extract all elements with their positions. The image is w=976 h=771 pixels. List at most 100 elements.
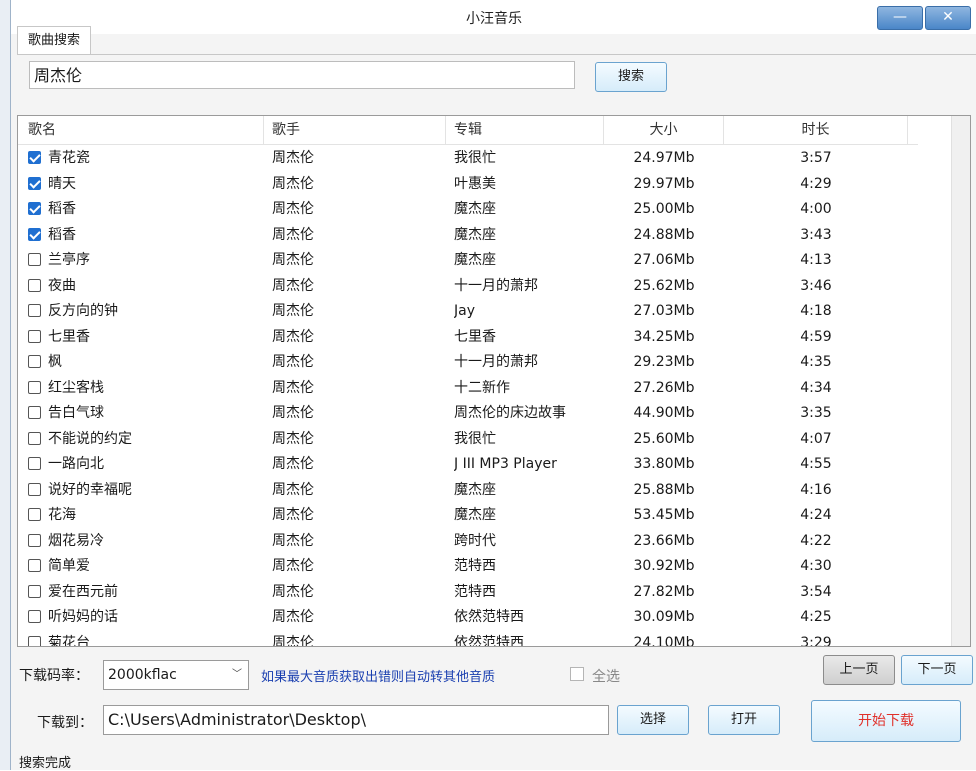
row-checkbox[interactable] (28, 151, 41, 164)
minimize-button[interactable]: — (877, 6, 923, 30)
header-name[interactable]: 歌名 (18, 116, 264, 144)
song-duration: 3:35 (800, 405, 832, 421)
start-download-button[interactable]: 开始下载 (811, 700, 961, 742)
next-page-button[interactable]: 下一页 (901, 655, 973, 685)
table-row[interactable]: 花海 周杰伦 魔杰座 53.45Mb 4:24 (18, 503, 918, 528)
bitrate-select[interactable]: 2000kflac ﹀ (103, 660, 249, 690)
header-album[interactable]: 专辑 (446, 116, 604, 144)
song-duration: 4:24 (800, 507, 832, 523)
song-album: 依然范特西 (454, 634, 524, 647)
table-row[interactable]: 简单爱 周杰伦 范特西 30.92Mb 4:30 (18, 554, 918, 579)
table-row[interactable]: 菊花台 周杰伦 依然范特西 24.10Mb 3:29 (18, 631, 918, 647)
row-checkbox[interactable] (28, 278, 41, 292)
search-button[interactable]: 搜索 (595, 62, 667, 92)
prev-page-button[interactable]: 上一页 (823, 655, 895, 685)
table-row[interactable]: 爱在西元前 周杰伦 范特西 27.82Mb 3:54 (18, 580, 918, 605)
song-duration: 4:59 (800, 328, 832, 345)
table-row[interactable]: 听妈妈的话 周杰伦 依然范特西 30.09Mb 4:25 (18, 605, 918, 630)
song-album: 魔杰座 (454, 507, 496, 523)
song-size: 53.45Mb (633, 507, 695, 523)
row-checkbox[interactable] (28, 253, 41, 266)
song-artist: 周杰伦 (272, 201, 314, 217)
row-checkbox[interactable] (28, 355, 41, 368)
select-all-checkbox[interactable] (570, 667, 584, 681)
row-checkbox[interactable] (28, 457, 41, 470)
row-checkbox[interactable] (28, 584, 41, 598)
row-checkbox[interactable] (28, 431, 41, 445)
song-name: 烟花易冷 (48, 532, 104, 549)
header-size[interactable]: 大小 (604, 116, 724, 144)
song-size: 25.88Mb (633, 481, 695, 498)
table-row[interactable]: 一路向北 周杰伦 J III MP3 Player 33.80Mb 4:55 (18, 452, 918, 477)
song-duration: 3:46 (800, 277, 832, 294)
row-checkbox[interactable] (28, 202, 41, 215)
song-name: 不能说的约定 (48, 430, 132, 447)
row-checkbox[interactable] (28, 635, 41, 646)
chevron-down-icon[interactable]: ﹀ (232, 661, 242, 689)
song-size: 30.09Mb (633, 609, 695, 625)
row-checkbox[interactable] (28, 482, 41, 496)
table-row[interactable]: 晴天 周杰伦 叶惠美 29.97Mb 4:29 (18, 172, 918, 197)
song-duration: 4:18 (800, 303, 832, 319)
row-checkbox[interactable] (28, 227, 41, 241)
song-name: 七里香 (48, 328, 90, 345)
song-album: Jay (454, 303, 475, 319)
search-input[interactable]: 周杰伦 (29, 61, 575, 89)
song-artist: 周杰伦 (272, 456, 314, 472)
header-artist[interactable]: 歌手 (264, 116, 446, 144)
song-name: 花海 (48, 507, 76, 523)
table-row[interactable]: 稻香 周杰伦 魔杰座 25.00Mb 4:00 (18, 197, 918, 222)
song-album: 七里香 (454, 328, 496, 345)
row-checkbox[interactable] (28, 380, 41, 394)
song-album: 十一月的萧邦 (454, 354, 538, 370)
song-duration: 4:22 (800, 532, 832, 549)
song-album: 十二新作 (454, 379, 510, 396)
song-name: 一路向北 (48, 456, 104, 472)
tab-song-search[interactable]: 歌曲搜索 (17, 26, 92, 55)
table-row[interactable]: 夜曲 周杰伦 十一月的萧邦 25.62Mb 3:46 (18, 274, 918, 299)
table-row[interactable]: 反方向的钟 周杰伦 Jay 27.03Mb 4:18 (18, 299, 918, 324)
row-checkbox[interactable] (28, 533, 41, 547)
table-row[interactable]: 青花瓷 周杰伦 我很忙 24.97Mb 3:57 (18, 146, 918, 171)
song-artist: 周杰伦 (272, 609, 314, 625)
song-duration: 4:00 (800, 201, 832, 217)
song-name: 告白气球 (48, 405, 104, 421)
song-name: 枫 (48, 354, 62, 370)
song-duration: 4:29 (800, 175, 832, 192)
header-duration[interactable]: 时长 (724, 116, 908, 144)
table-row[interactable]: 兰亭序 周杰伦 魔杰座 27.06Mb 4:13 (18, 248, 918, 273)
table-row[interactable]: 说好的幸福呢 周杰伦 魔杰座 25.88Mb 4:16 (18, 478, 918, 503)
row-checkbox[interactable] (28, 406, 41, 419)
bitrate-label: 下载码率： (19, 668, 89, 684)
table-row[interactable]: 稻香 周杰伦 魔杰座 24.88Mb 3:43 (18, 223, 918, 248)
row-checkbox[interactable] (28, 508, 41, 521)
song-size: 25.00Mb (633, 201, 695, 217)
open-folder-button[interactable]: 打开 (708, 705, 780, 735)
row-checkbox[interactable] (28, 610, 41, 623)
song-album: 周杰伦的床边故事 (454, 405, 566, 421)
choose-folder-button[interactable]: 选择 (617, 705, 689, 735)
song-album: 魔杰座 (454, 252, 496, 268)
select-all-label[interactable]: 全选 (592, 666, 620, 686)
close-button[interactable]: ✕ (925, 6, 971, 30)
table-row[interactable]: 不能说的约定 周杰伦 我很忙 25.60Mb 4:07 (18, 427, 918, 452)
row-checkbox[interactable] (28, 559, 41, 572)
song-name: 爱在西元前 (48, 583, 118, 600)
song-size: 27.82Mb (633, 583, 695, 600)
row-checkbox[interactable] (28, 329, 41, 343)
song-album: 魔杰座 (454, 481, 496, 498)
song-list[interactable]: 歌名 歌手 专辑 大小 时长 青花瓷 周杰伦 我很忙 24.97Mb 3:57 晴天 周杰伦… (17, 115, 971, 647)
table-row[interactable]: 枫 周杰伦 十一月的萧邦 29.23Mb 4:35 (18, 350, 918, 375)
song-duration: 4:30 (800, 558, 832, 574)
table-row[interactable]: 七里香 周杰伦 七里香 34.25Mb 4:59 (18, 325, 918, 350)
song-album: 魔杰座 (454, 226, 496, 243)
table-row[interactable]: 烟花易冷 周杰伦 跨时代 23.66Mb 4:22 (18, 529, 918, 554)
song-artist: 周杰伦 (272, 430, 314, 447)
row-checkbox[interactable] (28, 176, 41, 190)
vertical-scrollbar[interactable] (951, 116, 970, 646)
table-row[interactable]: 告白气球 周杰伦 周杰伦的床边故事 44.90Mb 3:35 (18, 401, 918, 426)
row-checkbox[interactable] (28, 304, 41, 317)
download-path-field[interactable]: C:\Users\Administrator\Desktop\ (103, 705, 609, 735)
song-name: 夜曲 (48, 277, 76, 294)
table-row[interactable]: 红尘客栈 周杰伦 十二新作 27.26Mb 4:34 (18, 376, 918, 401)
